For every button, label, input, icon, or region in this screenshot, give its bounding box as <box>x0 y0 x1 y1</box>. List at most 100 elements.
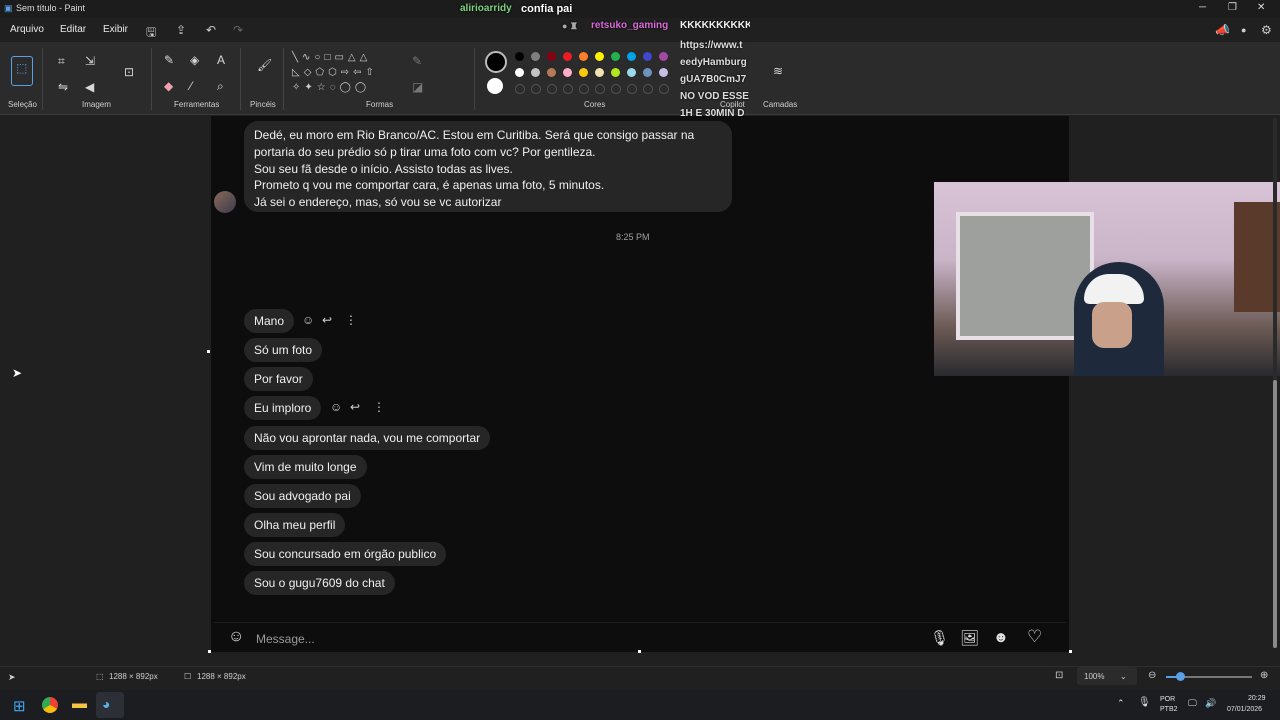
menu-arquivo[interactable]: Arquivo <box>10 24 44 35</box>
microphone-tray-icon[interactable]: 🎙 <box>1138 697 1151 708</box>
clock-time[interactable]: 20:29 <box>1248 695 1266 702</box>
custom-color-slot[interactable] <box>515 84 525 94</box>
color-swatch[interactable] <box>611 52 620 61</box>
custom-color-slot[interactable] <box>547 84 557 94</box>
layers-icon[interactable]: ≋ <box>773 64 783 78</box>
language-bottom[interactable]: PTB2 <box>1160 706 1178 713</box>
color-swatch[interactable] <box>579 52 588 61</box>
color-swatch[interactable] <box>531 52 540 61</box>
tray-chevron-up-icon[interactable]: ⌃ <box>1117 698 1125 709</box>
menu-exibir[interactable]: Exibir <box>103 24 128 35</box>
custom-color-slot[interactable] <box>643 84 653 94</box>
color-swatch[interactable] <box>659 52 668 61</box>
color-swatch[interactable] <box>515 52 524 61</box>
outline-icon[interactable]: ✎ <box>412 54 422 68</box>
clock-date[interactable]: 07/01/2026 <box>1227 706 1262 713</box>
file-explorer-icon[interactable]: ▬ <box>72 695 87 712</box>
custom-color-slot[interactable] <box>659 84 669 94</box>
overlay-line: https://www.t <box>680 40 743 51</box>
zoom-slider-thumb[interactable] <box>1176 672 1185 681</box>
message-bubble: Sou o gugu7609 do chat <box>244 571 395 595</box>
color-swatch[interactable] <box>643 68 652 77</box>
crop-icon[interactable]: ⌗ <box>58 54 65 69</box>
color-swatch[interactable] <box>547 68 556 77</box>
canvas-resize-handle[interactable] <box>1069 650 1072 653</box>
sticker-icon[interactable]: ☻ <box>993 629 1009 646</box>
color-swatch[interactable] <box>515 68 524 77</box>
secondary-color[interactable] <box>487 78 503 94</box>
more-options-icon[interactable]: ⋮ <box>345 313 357 327</box>
custom-color-slot[interactable] <box>579 84 589 94</box>
reply-icon[interactable]: ↩ <box>322 313 332 327</box>
pencil-icon[interactable]: ✎ <box>164 53 174 67</box>
color-swatch[interactable] <box>595 68 604 77</box>
rotate-icon[interactable]: ◀ <box>85 80 94 94</box>
text-icon[interactable]: A <box>217 53 225 67</box>
language-top[interactable]: POR <box>1160 696 1175 703</box>
fill-bucket-icon[interactable]: ◈ <box>190 53 199 67</box>
close-button[interactable]: ✕ <box>1257 2 1265 13</box>
canvas-resize-handle[interactable] <box>208 650 211 653</box>
minimize-button[interactable]: ─ <box>1199 2 1206 13</box>
windows-start-icon[interactable]: ⊞ <box>13 697 26 715</box>
chrome-icon[interactable] <box>42 697 58 713</box>
image-select-icon[interactable]: ⊡ <box>124 65 134 79</box>
color-swatch[interactable] <box>531 68 540 77</box>
color-swatch[interactable] <box>563 68 572 77</box>
share-icon[interactable]: ⇪ <box>176 23 186 37</box>
primary-color[interactable] <box>485 51 507 73</box>
maximize-button[interactable]: ❐ <box>1228 2 1237 13</box>
zoom-level[interactable]: 100% <box>1084 672 1104 681</box>
shapes-gallery[interactable]: ╲∿○□▭△△ ◺◇⬠⬡⇨⇦⇧ ✧✦☆◌◯◯ <box>292 50 398 98</box>
heart-icon[interactable]: ♡ <box>1027 627 1042 647</box>
custom-color-slot[interactable] <box>531 84 541 94</box>
image-icon[interactable]: 🖼 <box>960 629 979 647</box>
color-swatch[interactable] <box>659 68 668 77</box>
color-swatch[interactable] <box>547 52 556 61</box>
more-options-icon[interactable]: ⋮ <box>373 400 385 414</box>
volume-icon[interactable]: 🔊 <box>1205 698 1216 709</box>
fit-to-window-icon[interactable]: ⊡ <box>1055 670 1063 681</box>
color-swatch[interactable] <box>643 52 652 61</box>
menu-editar[interactable]: Editar <box>60 24 86 35</box>
color-swatch[interactable] <box>611 68 620 77</box>
custom-color-slot[interactable] <box>611 84 621 94</box>
emoji-picker-icon[interactable]: ☺ <box>228 628 244 646</box>
magnifier-icon[interactable]: ⌕ <box>217 79 224 94</box>
redo-icon[interactable]: ↷ <box>233 23 243 37</box>
network-icon[interactable]: 🖵 <box>1188 698 1197 709</box>
flip-icon[interactable]: ⇋ <box>58 80 68 94</box>
emoji-reaction-icon[interactable]: ☺ <box>330 400 342 414</box>
fill-icon[interactable]: ◪ <box>412 80 423 94</box>
color-swatch[interactable] <box>563 52 572 61</box>
brush-icon[interactable]: 🖌 <box>257 58 272 72</box>
scrollbar-thumb[interactable] <box>1273 380 1277 648</box>
custom-color-slot[interactable] <box>563 84 573 94</box>
message-input[interactable]: Message... <box>256 632 315 646</box>
canvas-resize-handle[interactable] <box>638 650 641 653</box>
color-swatch[interactable] <box>595 52 604 61</box>
color-swatch[interactable] <box>627 52 636 61</box>
message-bubble: Sou concursado em órgão publico <box>244 542 447 566</box>
eraser-icon[interactable]: ◆ <box>164 79 173 93</box>
canvas-resize-handle[interactable] <box>207 350 210 353</box>
chevron-down-icon: ⌄ <box>1120 672 1127 681</box>
color-picker-icon[interactable]: ⁄ <box>190 79 192 93</box>
undo-icon[interactable]: ↶ <box>206 23 216 37</box>
zoom-in-icon[interactable]: ⊕ <box>1260 670 1268 681</box>
save-icon[interactable]: 🖫 <box>146 23 156 44</box>
resize-icon[interactable]: ⇲ <box>85 54 95 68</box>
gear-icon[interactable]: ⚙ <box>1261 23 1272 37</box>
zoom-out-icon[interactable]: ⊖ <box>1148 670 1156 681</box>
feedback-icon[interactable]: 📣 <box>1215 23 1230 37</box>
account-icon[interactable]: ● <box>1241 25 1246 35</box>
emoji-reaction-icon[interactable]: ☺ <box>302 313 314 327</box>
avatar[interactable] <box>214 191 236 213</box>
color-swatch[interactable] <box>579 68 588 77</box>
reply-icon[interactable]: ↩ <box>350 400 360 414</box>
microphone-icon[interactable]: 🎙 <box>930 629 949 647</box>
color-swatch[interactable] <box>627 68 636 77</box>
custom-color-slot[interactable] <box>627 84 637 94</box>
pointer-icon: ➤ <box>8 672 16 682</box>
custom-color-slot[interactable] <box>595 84 605 94</box>
